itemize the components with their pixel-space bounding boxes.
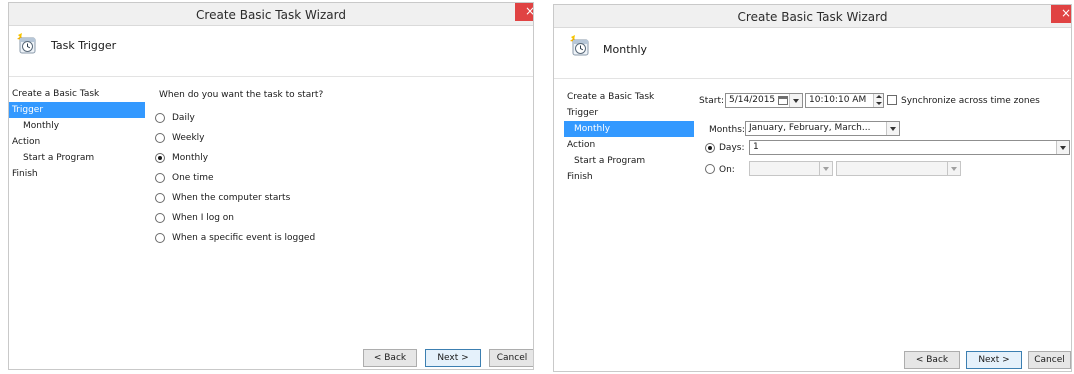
- option-computer-starts[interactable]: When the computer starts: [155, 188, 315, 208]
- spinner-icon[interactable]: [873, 94, 883, 107]
- step-start-a-program[interactable]: Start a Program: [9, 150, 144, 166]
- option-log-on[interactable]: When I log on: [155, 208, 315, 228]
- step-trigger[interactable]: Trigger: [564, 105, 699, 121]
- trigger-options: Daily Weekly Monthly One time When the c…: [155, 108, 315, 248]
- step-start-a-program[interactable]: Start a Program: [564, 153, 699, 169]
- window-title: Create Basic Task Wizard: [737, 10, 888, 24]
- start-date-picker[interactable]: 5/14/2015: [725, 93, 803, 108]
- radio-log-on[interactable]: [155, 213, 165, 223]
- months-value: January, February, March...: [749, 123, 871, 133]
- option-label: Daily: [172, 113, 195, 123]
- step-action[interactable]: Action: [564, 137, 699, 153]
- sync-time-zones-label: Synchronize across time zones: [901, 96, 1040, 106]
- step-create-basic-task[interactable]: Create a Basic Task: [564, 89, 699, 105]
- days-dropdown[interactable]: 1: [749, 140, 1070, 155]
- step-monthly[interactable]: Monthly: [9, 118, 144, 134]
- trigger-question: When do you want the task to start?: [159, 90, 324, 100]
- step-finish[interactable]: Finish: [564, 169, 699, 185]
- close-icon[interactable]: ×: [515, 3, 533, 21]
- close-icon[interactable]: ×: [1051, 5, 1071, 23]
- option-monthly[interactable]: Monthly: [155, 148, 315, 168]
- radio-one-time[interactable]: [155, 173, 165, 183]
- monthly-wizard-window: Create Basic Task Wizard × Monthly Creat…: [553, 4, 1072, 372]
- chevron-down-icon[interactable]: [789, 94, 802, 107]
- wizard-body: Create a Basic Task Trigger Monthly Acti…: [9, 78, 533, 369]
- step-trigger[interactable]: Trigger: [9, 102, 145, 118]
- calendar-icon[interactable]: [778, 96, 788, 105]
- on-radio[interactable]: [705, 164, 715, 174]
- option-label: When the computer starts: [172, 193, 291, 203]
- cancel-button[interactable]: Cancel: [489, 349, 533, 367]
- on-week-dropdown[interactable]: [749, 161, 833, 176]
- start-date-value: 5/14/2015: [729, 95, 776, 105]
- wizard-steps: Create a Basic Task Trigger Monthly Acti…: [9, 86, 145, 182]
- option-label: Monthly: [172, 153, 209, 163]
- back-button[interactable]: < Back: [363, 349, 417, 367]
- wizard-header: Monthly: [554, 29, 1071, 79]
- wizard-header: Task Trigger: [9, 27, 533, 77]
- next-button[interactable]: Next >: [425, 349, 481, 367]
- option-label: When I log on: [172, 213, 235, 223]
- title-bar[interactable]: Create Basic Task Wizard ×: [9, 3, 533, 26]
- option-daily[interactable]: Daily: [155, 108, 315, 128]
- sync-time-zones-checkbox[interactable]: [887, 95, 897, 105]
- option-label: When a specific event is logged: [172, 233, 316, 243]
- option-weekly[interactable]: Weekly: [155, 128, 315, 148]
- start-time-value: 10:10:10 AM: [809, 95, 867, 105]
- months-label: Months:: [709, 125, 745, 135]
- task-scheduler-clock-icon: [17, 33, 36, 54]
- months-dropdown[interactable]: January, February, March...: [745, 121, 900, 136]
- wizard-steps: Create a Basic Task Trigger Monthly Acti…: [564, 89, 699, 185]
- option-label: One time: [172, 173, 214, 183]
- radio-event-logged[interactable]: [155, 233, 165, 243]
- page-title: Task Trigger: [51, 39, 117, 52]
- days-radio[interactable]: [705, 143, 715, 153]
- step-monthly[interactable]: Monthly: [564, 121, 694, 137]
- title-bar[interactable]: Create Basic Task Wizard ×: [554, 5, 1071, 28]
- step-create-basic-task[interactable]: Create a Basic Task: [9, 86, 144, 102]
- days-label: Days:: [719, 143, 745, 153]
- task-scheduler-clock-icon: [570, 35, 589, 56]
- page-title: Monthly: [603, 43, 648, 56]
- task-trigger-wizard-window: Create Basic Task Wizard × Task Trigger …: [8, 2, 534, 370]
- next-button[interactable]: Next >: [966, 351, 1022, 369]
- chevron-down-icon[interactable]: [886, 122, 899, 135]
- window-title: Create Basic Task Wizard: [196, 8, 346, 22]
- cancel-button[interactable]: Cancel: [1028, 351, 1071, 369]
- option-event-logged[interactable]: When a specific event is logged: [155, 228, 315, 248]
- option-label: Weekly: [172, 133, 205, 143]
- radio-computer-starts[interactable]: [155, 193, 165, 203]
- radio-weekly[interactable]: [155, 133, 165, 143]
- step-action[interactable]: Action: [9, 134, 144, 150]
- start-label: Start:: [699, 96, 725, 106]
- back-button[interactable]: < Back: [904, 351, 960, 369]
- step-finish[interactable]: Finish: [9, 166, 144, 182]
- chevron-down-icon[interactable]: [947, 162, 960, 175]
- wizard-body: Create a Basic Task Trigger Monthly Acti…: [554, 80, 1071, 371]
- start-time-stepper[interactable]: 10:10:10 AM: [805, 93, 884, 108]
- on-weekday-dropdown[interactable]: [836, 161, 961, 176]
- days-value: 1: [753, 142, 759, 152]
- radio-monthly[interactable]: [155, 153, 165, 163]
- chevron-down-icon[interactable]: [1056, 141, 1069, 154]
- radio-daily[interactable]: [155, 113, 165, 123]
- option-one-time[interactable]: One time: [155, 168, 315, 188]
- on-label: On:: [719, 165, 735, 175]
- chevron-down-icon[interactable]: [819, 162, 832, 175]
